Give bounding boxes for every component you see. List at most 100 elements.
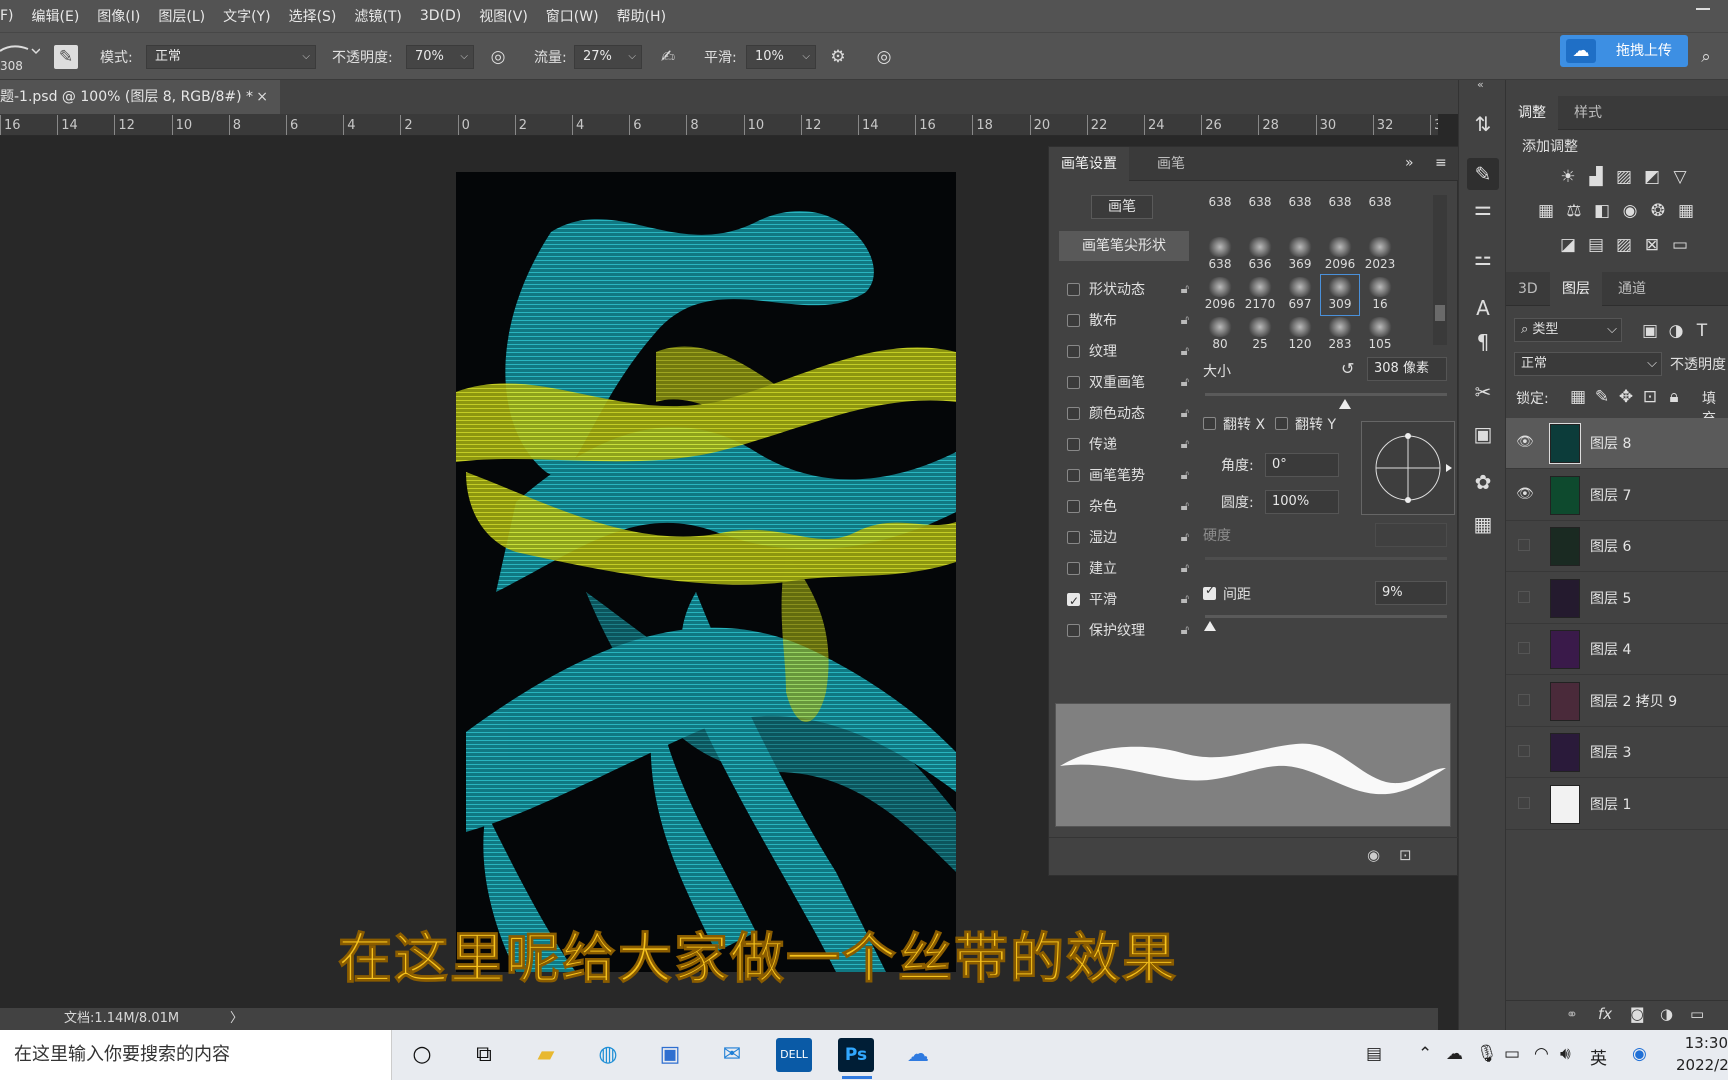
menu-help[interactable]: 帮助(H): [608, 6, 675, 26]
curves-icon[interactable]: ▨: [1612, 166, 1636, 188]
brush-preset-picker[interactable]: 308: [0, 39, 41, 75]
layer-row[interactable]: 图层 6: [1506, 521, 1728, 572]
layer-row[interactable]: 图层 2 拷贝 9: [1506, 676, 1728, 727]
layer-row[interactable]: 👁︎ 图层 7: [1506, 470, 1728, 521]
store-icon[interactable]: ▣: [652, 1038, 688, 1072]
lock-position-icon[interactable]: ✥: [1614, 386, 1638, 408]
brush-preset-cell[interactable]: 638: [1321, 195, 1359, 235]
brush-option-checkbox[interactable]: [1067, 531, 1080, 544]
brush-option-item[interactable]: 建立 🔓︎: [1067, 556, 1189, 582]
brush-option-checkbox[interactable]: [1067, 407, 1080, 420]
size-slider-knob[interactable]: [1339, 399, 1352, 409]
lock-icon[interactable]: 🔓︎: [1181, 370, 1189, 396]
new-group-icon[interactable]: ▭: [1690, 1005, 1704, 1023]
lock-artboard-icon[interactable]: ⊡: [1638, 386, 1662, 408]
lock-transparency-icon[interactable]: ▦: [1566, 386, 1590, 408]
menu-window[interactable]: 窗口(W): [537, 6, 608, 26]
filter-type-icon[interactable]: T: [1690, 320, 1714, 342]
threshold-icon[interactable]: ▨: [1612, 234, 1636, 256]
pressure-size-icon[interactable]: ◎: [872, 45, 896, 69]
visibility-toggle[interactable]: [1518, 539, 1530, 551]
brush-option-item[interactable]: 双重画笔 🔓︎: [1067, 370, 1189, 396]
brush-preset-cell[interactable]: 25: [1241, 315, 1279, 355]
dell-icon[interactable]: DELL: [776, 1038, 812, 1072]
scrollbar-thumb[interactable]: [1435, 305, 1445, 321]
brush-preset-cell[interactable]: 283: [1321, 315, 1359, 355]
libraries-icon[interactable]: ▣: [1467, 418, 1499, 450]
pressure-opacity-icon[interactable]: ◎: [486, 45, 510, 69]
microphone-icon[interactable]: 🎙︎: [1476, 1044, 1498, 1064]
spacing-slider-knob[interactable]: [1203, 621, 1216, 631]
brush-preset-cell[interactable]: 105: [1361, 315, 1399, 355]
brush-preset-cell[interactable]: 638: [1201, 235, 1239, 275]
gear-icon[interactable]: ⚙: [826, 45, 850, 69]
tools-icon[interactable]: ✂: [1467, 376, 1499, 408]
wifi-icon[interactable]: ◠: [1534, 1044, 1549, 1064]
layer-filter-select[interactable]: ⌕ 类型 ⌵: [1514, 318, 1622, 342]
onedrive-icon[interactable]: ☁: [1446, 1044, 1463, 1064]
spacing-slider[interactable]: [1205, 615, 1447, 618]
color-balance-icon[interactable]: ⚖: [1562, 200, 1586, 222]
cortana-icon[interactable]: ○: [404, 1038, 440, 1072]
add-mask-icon[interactable]: ◙: [1630, 1005, 1645, 1023]
brush-preset-cell[interactable]: 309: [1320, 274, 1360, 316]
file-explorer-icon[interactable]: ▰: [528, 1038, 564, 1072]
layer-row[interactable]: 图层 4: [1506, 624, 1728, 675]
mode-select[interactable]: 正常 ⌵: [146, 45, 316, 69]
fx-icon[interactable]: fx: [1598, 1005, 1612, 1023]
photoshop-icon[interactable]: Ps: [838, 1038, 874, 1072]
lock-icon[interactable]: 🔓︎: [1181, 401, 1189, 427]
tab-adjustments[interactable]: 调整: [1506, 96, 1558, 130]
visibility-toggle[interactable]: [1518, 745, 1530, 757]
task-view-icon[interactable]: ⧉: [466, 1038, 502, 1072]
news-widget-icon[interactable]: ▤: [1366, 1044, 1382, 1064]
lock-icon[interactable]: 🔓︎: [1181, 339, 1189, 365]
angle-roundness-widget[interactable]: [1361, 421, 1455, 515]
tool-presets-icon[interactable]: ⚍: [1467, 242, 1499, 274]
posterize-icon[interactable]: ▤: [1584, 234, 1608, 256]
ime-icon[interactable]: 英: [1590, 1044, 1607, 1069]
black-white-icon[interactable]: ◧: [1590, 200, 1614, 222]
spacing-checkbox[interactable]: [1203, 583, 1216, 600]
menu-layer[interactable]: 图层(L): [149, 6, 214, 26]
blend-mode-select[interactable]: 正常 ⌵: [1514, 352, 1662, 376]
show-hidden-icons[interactable]: ⌃: [1418, 1044, 1432, 1064]
tab-layers[interactable]: 图层: [1550, 272, 1602, 306]
brush-preset-cell[interactable]: 697: [1281, 275, 1319, 315]
eye-icon[interactable]: 👁︎: [1516, 486, 1534, 502]
search-icon[interactable]: ⌕: [1694, 45, 1718, 69]
lock-icon[interactable]: 🔓︎: [1181, 494, 1189, 520]
filter-pixel-icon[interactable]: ▣: [1638, 320, 1662, 342]
lock-icon[interactable]: 🔓︎: [1181, 432, 1189, 458]
brush-preset-cell[interactable]: 638: [1201, 195, 1239, 235]
brush-option-item[interactable]: 纹理 🔓︎: [1067, 339, 1189, 365]
grid-icon[interactable]: ▦: [1467, 508, 1499, 540]
flip-x-checkbox[interactable]: [1203, 417, 1216, 430]
brush-preset-cell[interactable]: 2096: [1201, 275, 1239, 315]
document-canvas[interactable]: [456, 172, 956, 972]
character-icon[interactable]: A: [1467, 292, 1499, 324]
brush-option-item[interactable]: 形状动态 🔓︎: [1067, 277, 1189, 303]
menu-select[interactable]: 选择(S): [280, 6, 346, 26]
tab-brushes[interactable]: 画笔: [1145, 147, 1197, 181]
size-field[interactable]: 308 像素: [1367, 357, 1447, 381]
brush-preset-cell[interactable]: 2170: [1241, 275, 1279, 315]
new-adjustment-icon[interactable]: ◑: [1660, 1005, 1673, 1023]
history-icon[interactable]: ⇅: [1467, 108, 1499, 140]
angle-field[interactable]: 0°: [1265, 453, 1339, 477]
tab-styles[interactable]: 样式: [1562, 96, 1614, 130]
visibility-toggle[interactable]: [1518, 693, 1530, 706]
levels-icon[interactable]: ▟: [1584, 166, 1608, 188]
gradient-map-icon[interactable]: ▭: [1668, 234, 1692, 256]
lock-icon[interactable]: 🔓︎: [1181, 277, 1189, 303]
panel-menu-icon[interactable]: ≡: [1435, 155, 1447, 171]
photo-filter-icon[interactable]: ◉: [1618, 200, 1642, 222]
visibility-toggle-icon[interactable]: ◉: [1367, 846, 1380, 864]
edge-icon[interactable]: ◍: [590, 1038, 626, 1072]
menu-view[interactable]: 视图(V): [470, 6, 537, 26]
invert-icon[interactable]: ◪: [1556, 234, 1580, 256]
brush-preset-cell[interactable]: 369: [1281, 235, 1319, 275]
brush-option-item[interactable]: 传递 🔓︎: [1067, 432, 1189, 458]
lock-icon[interactable]: 🔓︎: [1181, 618, 1189, 644]
brush-option-checkbox[interactable]: [1067, 588, 1080, 614]
